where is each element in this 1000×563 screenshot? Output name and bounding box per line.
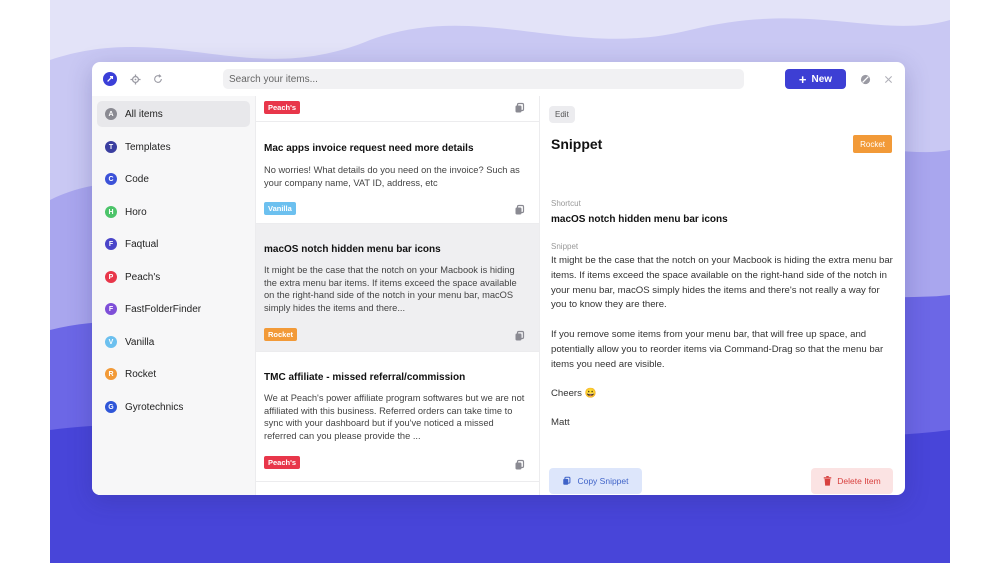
fastfolderfinder-icon: F [105, 303, 117, 315]
sidebar-item-fastfolderfinder[interactable]: F FastFolderFinder [97, 296, 250, 322]
edit-button[interactable]: Edit [549, 106, 575, 123]
sidebar-item-label: Horo [125, 206, 147, 218]
faqtual-icon: F [105, 238, 117, 250]
shortcut-value: macOS notch hidden menu bar icons [551, 214, 728, 225]
tag-badge: Rocket [264, 328, 298, 341]
card-title: Mac apps invoice request need more detai… [264, 143, 474, 154]
tag-badge: Vanilla [264, 202, 296, 215]
snippet-signature: Matt [551, 417, 570, 428]
app-window: + New A All items T Templates C Code [92, 62, 905, 495]
new-button[interactable]: + New [785, 69, 846, 89]
sidebar-item-rocket[interactable]: R Rocket [97, 361, 250, 387]
detail-title: Snippet [551, 136, 603, 152]
tag-badge: Peach's [264, 456, 301, 469]
sidebar-item-peachs[interactable]: P Peach's [97, 264, 250, 290]
sidebar-item-label: All items [125, 108, 163, 120]
delete-item-label: Delete Item [837, 476, 881, 486]
tag-badge: Peach's [264, 101, 301, 114]
rocket-icon: R [105, 368, 117, 380]
detail-pane: Edit Snippet Rocket Shortcut macOS notch… [540, 96, 905, 495]
copy-icon [563, 476, 571, 485]
copy-snippet-button[interactable]: Copy Snippet [549, 468, 642, 494]
refresh-icon[interactable] [151, 72, 165, 86]
close-icon[interactable] [881, 72, 895, 86]
card-title: macOS notch hidden menu bar icons [264, 244, 441, 255]
horo-icon: H [105, 206, 117, 218]
snippet-paragraph: It might be the case that the notch on y… [551, 255, 893, 311]
sidebar-item-label: Vanilla [125, 336, 155, 348]
sidebar-item-code[interactable]: C Code [97, 166, 250, 192]
list-item[interactable]: Peach's [256, 96, 539, 122]
sidebar-item-gyrotechnics[interactable]: G Gyrotechnics [97, 394, 250, 420]
snippet-cheers: Cheers 😀 [551, 388, 597, 399]
desktop-background: + New A All items T Templates C Code [50, 0, 950, 563]
sidebar-item-horo[interactable]: H Horo [97, 199, 250, 225]
code-icon: C [105, 173, 117, 185]
list-item[interactable]: Mac apps invoice request need more detai… [256, 122, 539, 224]
card-title: TMC affiliate - missed referral/commissi… [264, 372, 466, 383]
snippet-caption: Snippet [551, 242, 579, 251]
card-body: It might be the case that the notch on y… [264, 265, 517, 313]
list-item-selected[interactable]: macOS notch hidden menu bar icons It mig… [256, 224, 539, 352]
sidebar-item-label: Code [125, 173, 149, 185]
sidebar: A All items T Templates C Code H Horo F … [92, 96, 256, 495]
sidebar-item-label: Gyrotechnics [125, 401, 184, 413]
card-body: We at Peach's power affiliate program so… [264, 393, 525, 441]
copy-icon[interactable] [514, 330, 526, 342]
gyrotechnics-icon: G [105, 401, 117, 413]
trash-icon [824, 476, 832, 486]
list-item[interactable]: TMC affiliate - missed referral/commissi… [256, 352, 539, 482]
sidebar-item-label: Rocket [125, 368, 157, 380]
copy-icon[interactable] [514, 102, 526, 114]
sidebar-item-faqtual[interactable]: F Faqtual [97, 231, 250, 257]
sidebar-item-label: FastFolderFinder [125, 303, 202, 315]
sidebar-item-label: Faqtual [125, 238, 159, 250]
snippet-paragraph: If you remove some items from your menu … [551, 329, 884, 370]
copy-snippet-label: Copy Snippet [577, 476, 629, 486]
copy-icon[interactable] [514, 204, 526, 216]
block-icon[interactable] [858, 72, 872, 86]
sidebar-item-label: Templates [125, 141, 171, 153]
detail-tag-badge: Rocket [853, 135, 892, 153]
all-items-icon: A [105, 108, 117, 120]
plus-icon: + [798, 71, 807, 87]
shortcut-caption: Shortcut [551, 199, 581, 208]
search-input[interactable] [223, 69, 744, 89]
sidebar-item-vanilla[interactable]: V Vanilla [97, 329, 250, 355]
sidebar-item-label: Peach's [125, 271, 161, 283]
gear-icon[interactable] [128, 72, 142, 86]
templates-icon: T [105, 141, 117, 153]
card-body: No worries! What details do you need on … [264, 165, 520, 188]
items-list: Peach's Mac apps invoice request need mo… [256, 96, 540, 495]
peachs-icon: P [105, 271, 117, 283]
delete-item-button[interactable]: Delete Item [811, 468, 893, 494]
toolbar: + New [92, 62, 905, 96]
sidebar-item-templates[interactable]: T Templates [97, 134, 250, 160]
vanilla-icon: V [105, 336, 117, 348]
new-button-label: New [811, 73, 833, 85]
app-logo-icon [103, 72, 117, 86]
sidebar-item-all-items[interactable]: A All items [97, 101, 250, 127]
copy-icon[interactable] [514, 459, 526, 471]
